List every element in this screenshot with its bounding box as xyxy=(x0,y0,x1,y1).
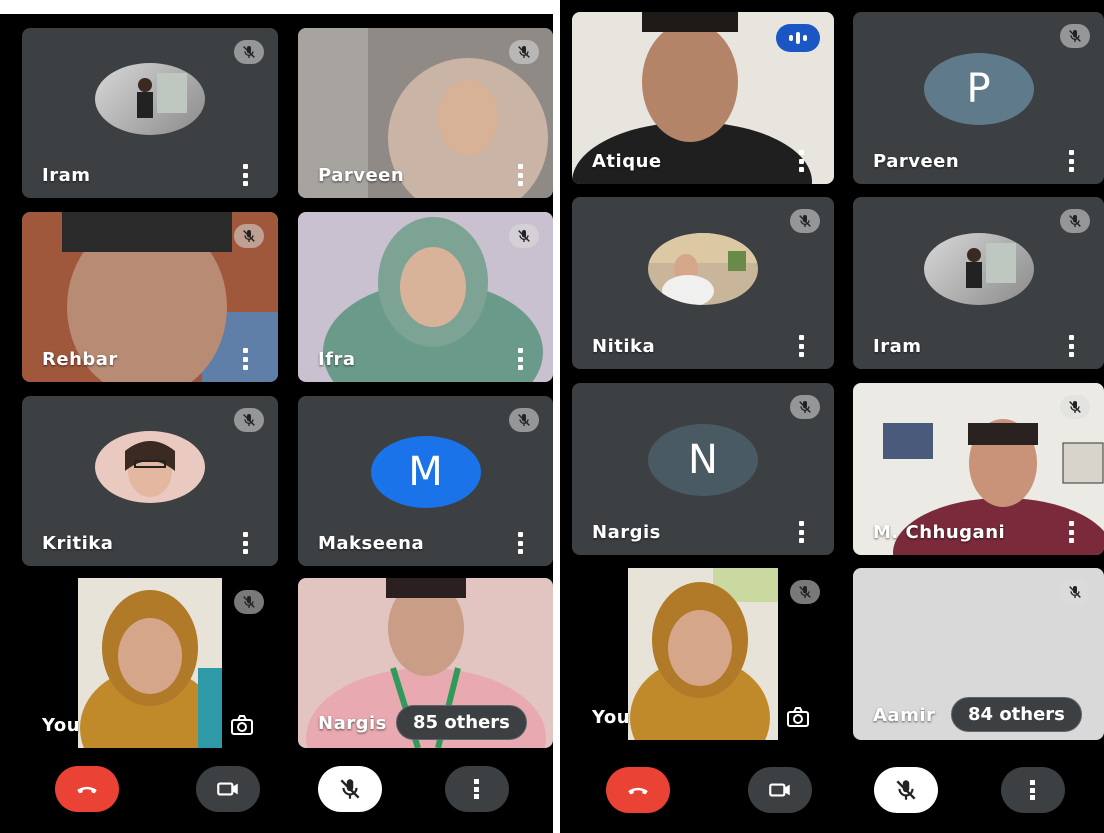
avatar: P xyxy=(923,53,1034,125)
avatar: M xyxy=(370,436,481,508)
more-vert-icon[interactable] xyxy=(517,532,523,554)
mic-off-icon xyxy=(1060,580,1090,604)
more-vert-icon[interactable] xyxy=(242,532,248,554)
participant-name: Kritika xyxy=(42,533,114,554)
mic-off-icon xyxy=(234,408,264,432)
more-vert-icon xyxy=(474,779,480,799)
participant-tile[interactable]: M Makseena xyxy=(298,396,553,566)
self-view-tile[interactable]: You xyxy=(22,578,278,748)
avatar xyxy=(648,233,758,305)
others-count-badge[interactable]: 84 others xyxy=(951,697,1082,732)
mic-off-icon xyxy=(337,776,363,802)
participant-name: Rehbar xyxy=(42,349,118,370)
mic-off-icon xyxy=(509,40,539,64)
mic-off-icon xyxy=(509,224,539,248)
avatar xyxy=(95,63,205,135)
more-vert-icon[interactable] xyxy=(1068,150,1074,172)
participant-tile[interactable]: P Parveen xyxy=(853,12,1104,184)
participant-tile[interactable]: Kritika xyxy=(22,396,278,566)
video-camera-icon xyxy=(217,782,238,796)
phone-hangup-icon xyxy=(628,787,648,795)
self-view-tile[interactable]: You xyxy=(572,568,834,740)
mic-button[interactable] xyxy=(874,767,938,813)
participant-tile[interactable]: Ifra xyxy=(298,212,553,382)
video-feed xyxy=(78,578,222,748)
participant-tile[interactable]: M. Chhugani xyxy=(853,383,1104,555)
participant-name: Parveen xyxy=(873,151,960,172)
more-vert-icon[interactable] xyxy=(517,348,523,370)
mic-off-icon xyxy=(509,408,539,432)
participant-tile[interactable]: Parveen xyxy=(298,28,553,198)
others-count-badge[interactable]: 85 others xyxy=(396,705,527,740)
participant-name: Aamir xyxy=(873,705,936,726)
participant-name: Makseena xyxy=(318,533,425,554)
participant-name: You xyxy=(592,707,631,728)
mic-off-icon xyxy=(1060,395,1090,419)
camera-switch-icon[interactable] xyxy=(230,714,254,736)
mic-off-icon xyxy=(234,40,264,64)
left-screen: Iram Parveen Rehbar Ifra Kritika M Makse… xyxy=(0,14,553,833)
participant-tile[interactable]: Rehbar xyxy=(22,212,278,382)
end-call-button[interactable] xyxy=(55,766,119,812)
more-vert-icon[interactable] xyxy=(517,164,523,186)
participant-tile[interactable]: Atique xyxy=(572,12,834,184)
mic-off-icon xyxy=(790,395,820,419)
participant-name: Iram xyxy=(873,336,922,357)
camera-switch-icon[interactable] xyxy=(786,706,810,728)
more-options-button[interactable] xyxy=(445,766,509,812)
video-feed xyxy=(628,568,778,740)
camera-button[interactable] xyxy=(748,767,812,813)
participant-name: Nitika xyxy=(592,336,656,357)
mic-off-icon xyxy=(1060,24,1090,48)
mic-off-icon xyxy=(234,590,264,614)
participant-tile[interactable]: Nitika xyxy=(572,197,834,369)
more-vert-icon[interactable] xyxy=(242,348,248,370)
participant-name: Iram xyxy=(42,165,91,186)
more-options-button[interactable] xyxy=(1001,767,1065,813)
more-vert-icon[interactable] xyxy=(1068,335,1074,357)
avatar xyxy=(95,431,205,503)
participant-name: Nargis xyxy=(592,522,661,543)
avatar-letter: M xyxy=(408,449,443,495)
participant-tile[interactable]: Iram xyxy=(853,197,1104,369)
participant-name: M. Chhugani xyxy=(873,522,1006,543)
participant-tile[interactable]: Iram xyxy=(22,28,278,198)
participant-name: Ifra xyxy=(318,349,356,370)
video-camera-icon xyxy=(769,783,790,797)
mic-off-icon xyxy=(893,777,919,803)
avatar: N xyxy=(648,424,758,496)
avatar-letter: P xyxy=(966,66,991,112)
more-vert-icon[interactable] xyxy=(798,150,804,172)
more-vert-icon[interactable] xyxy=(798,521,804,543)
end-call-button[interactable] xyxy=(606,767,670,813)
participant-name: Nargis xyxy=(318,713,387,734)
more-vert-icon[interactable] xyxy=(242,164,248,186)
mic-off-icon xyxy=(790,580,820,604)
mic-off-icon xyxy=(1060,209,1090,233)
participant-name: Atique xyxy=(592,151,662,172)
more-vert-icon xyxy=(1030,780,1036,800)
mic-off-icon xyxy=(234,224,264,248)
mic-off-icon xyxy=(790,209,820,233)
mic-button[interactable] xyxy=(318,766,382,812)
participant-tile[interactable]: Aamir 84 others xyxy=(853,568,1104,740)
avatar xyxy=(923,233,1034,305)
participant-tile[interactable]: Nargis 85 others xyxy=(298,578,553,748)
phone-hangup-icon xyxy=(77,786,97,794)
participant-name: Parveen xyxy=(318,165,405,186)
avatar-letter: N xyxy=(688,437,718,483)
more-vert-icon[interactable] xyxy=(1068,521,1074,543)
speaking-indicator xyxy=(776,24,820,52)
participant-tile[interactable]: N Nargis xyxy=(572,383,834,555)
participant-name: You xyxy=(42,715,81,736)
right-screen: Atique P Parveen Nitika Iram N Nargis M.… xyxy=(560,0,1104,833)
camera-button[interactable] xyxy=(196,766,260,812)
more-vert-icon[interactable] xyxy=(798,335,804,357)
